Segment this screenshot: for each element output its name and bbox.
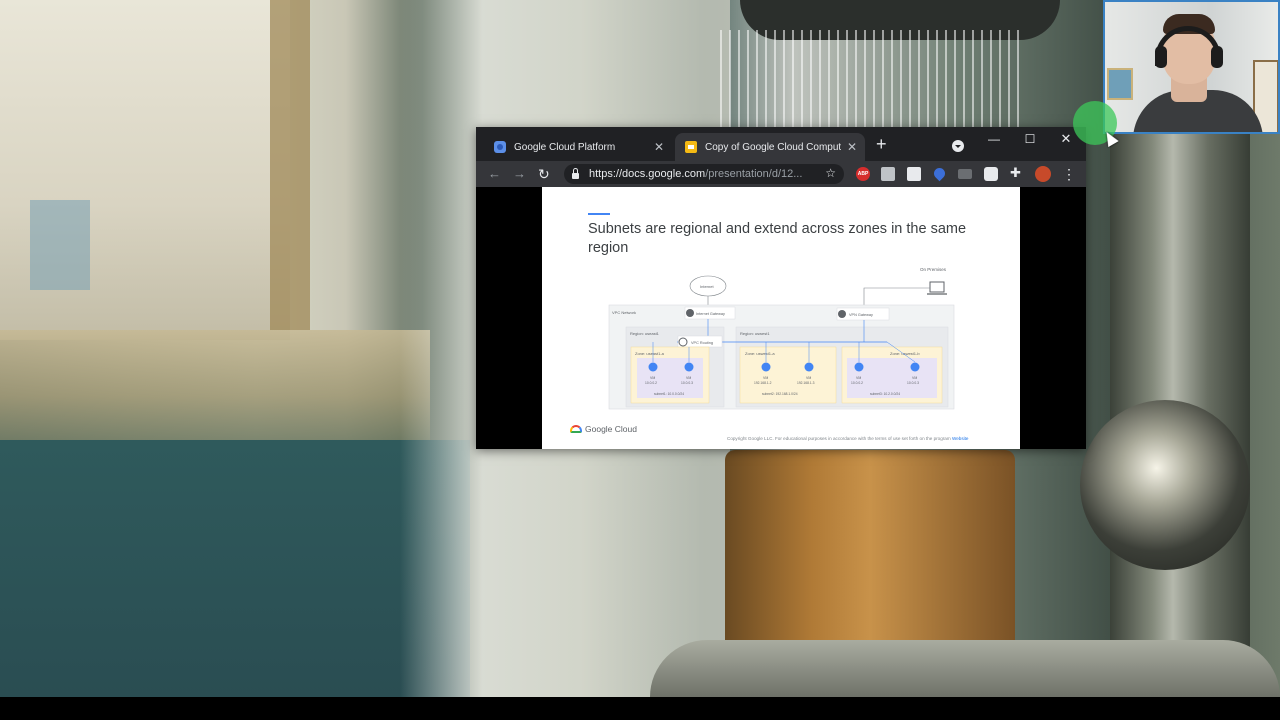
wallpaper-window-frame — [270, 0, 310, 330]
vm-ip: 192.168.1.3 — [797, 381, 815, 385]
back-button[interactable]: ← — [488, 165, 501, 183]
extension-icon[interactable] — [931, 165, 948, 182]
vm-icon — [854, 362, 864, 372]
copyright-notice: Copyright Google LLC. For educational pu… — [727, 436, 968, 441]
extension-icon[interactable] — [907, 167, 921, 181]
on-premises-label: On Premises — [920, 267, 947, 272]
tab-search-icon[interactable] — [952, 140, 964, 152]
vpc-routing-label: VPC Routing — [691, 341, 713, 345]
vm-icon — [684, 362, 694, 372]
wallpaper-window-pane — [30, 200, 90, 290]
vm-ip: 192.168.1.2 — [754, 381, 772, 385]
subnet-label: subnet2: 192.168.1.0/24 — [762, 392, 798, 396]
minimize-button[interactable]: — — [980, 129, 1008, 149]
close-icon[interactable]: ✕ — [847, 140, 857, 154]
zone-label: Zone: uswest1-a — [745, 351, 775, 356]
browser-toolbar: ← → ↻ https://docs.google.com/presentati… — [476, 161, 1086, 187]
wallpaper-knob — [1080, 400, 1250, 570]
headset-earcup-right — [1211, 46, 1223, 68]
vm-ip: 10.0.0.2 — [851, 381, 863, 385]
address-bar[interactable]: https://docs.google.com/presentation/d/1… — [564, 164, 844, 184]
vm-label: VM — [650, 376, 655, 380]
laptop-icon — [929, 281, 945, 293]
website-link[interactable]: Website — [952, 436, 969, 441]
gateway-icon — [838, 310, 846, 318]
puzzle-icon[interactable]: ✚ — [1010, 165, 1021, 181]
url-host: https://docs.google.com — [589, 168, 706, 180]
lock-icon[interactable] — [572, 167, 579, 179]
close-icon[interactable]: ✕ — [654, 140, 664, 154]
copyright-text: Copyright Google LLC. For educational pu… — [727, 436, 951, 441]
internet-gateway-label: Internet Gateway — [696, 312, 725, 316]
reload-button[interactable]: ↻ — [538, 165, 550, 183]
gcp-icon — [494, 141, 506, 153]
webcam-overlay — [1103, 0, 1280, 134]
url-path: /presentation/d/12... — [705, 168, 803, 180]
wallpaper-sill — [0, 330, 430, 440]
bookmark-star-icon[interactable]: ☆ — [825, 166, 836, 180]
router-icon — [678, 337, 688, 347]
tab-google-cloud-platform[interactable]: Google Cloud Platform ✕ — [484, 133, 672, 161]
vpc-network-label: VPC Network — [612, 310, 636, 315]
avatar[interactable] — [1035, 166, 1051, 182]
vm-ip: 10.0.0.3 — [907, 381, 919, 385]
webcam-wall-picture — [1107, 68, 1133, 100]
google-cloud-icon — [570, 425, 582, 433]
tab-google-slides[interactable]: Copy of Google Cloud Computin ✕ — [675, 133, 865, 161]
internet-label: Internet — [700, 284, 714, 289]
subnet-label: subnet3: 10.2.0.0/24 — [870, 392, 900, 396]
wallpaper-water — [720, 30, 1020, 130]
chrome-browser-window: Google Cloud Platform ✕ Copy of Google C… — [476, 127, 1086, 449]
tab-title: Copy of Google Cloud Computin — [705, 141, 841, 153]
region-label: Region: useast1 — [630, 331, 660, 336]
vm-icon — [761, 362, 771, 372]
new-tab-button[interactable]: + — [876, 135, 887, 153]
google-cloud-logo-text: Google Cloud — [585, 424, 637, 434]
vm-label: VM — [912, 376, 917, 380]
adblock-plus-icon[interactable]: ABP — [856, 167, 870, 181]
vm-icon — [910, 362, 920, 372]
extension-icon[interactable] — [958, 169, 972, 179]
headset-earcup-left — [1155, 46, 1167, 68]
subnet-label: subnet1: 10.0.0.0/24 — [654, 392, 684, 396]
slides-icon — [685, 141, 697, 153]
menu-icon[interactable]: ⋮ — [1062, 165, 1076, 183]
google-cloud-logo: Google Cloud — [570, 424, 637, 434]
vm-label: VM — [763, 376, 768, 380]
gateway-icon — [686, 309, 694, 317]
network-diagram: On Premises Internet VPC Network Interne… — [608, 267, 955, 410]
region-label: Region: uswest1 — [740, 331, 770, 336]
tab-strip: Google Cloud Platform ✕ Copy of Google C… — [476, 127, 1086, 161]
vm-icon — [804, 362, 814, 372]
extension-icon[interactable] — [881, 167, 895, 181]
vm-icon — [648, 362, 658, 372]
vm-ip: 10.0.0.3 — [681, 381, 693, 385]
vm-label: VM — [686, 376, 691, 380]
letterbox-bar — [0, 697, 1280, 720]
tab-title: Google Cloud Platform — [514, 141, 616, 153]
vm-label: VM — [856, 376, 861, 380]
vpn-gateway-label: VPN Gateway — [849, 313, 873, 317]
extension-icon[interactable] — [984, 167, 998, 181]
presentation-slide: Subnets are regional and extend across z… — [542, 187, 1020, 449]
vm-ip: 10.0.0.2 — [645, 381, 657, 385]
zone-label: Zone: useast1-a — [635, 351, 665, 356]
forward-button[interactable]: → — [513, 165, 526, 183]
vpn-link — [863, 287, 930, 307]
vm-label: VM — [806, 376, 811, 380]
maximize-button[interactable]: ☐ — [1016, 129, 1044, 149]
wallpaper-basin — [650, 640, 1280, 697]
